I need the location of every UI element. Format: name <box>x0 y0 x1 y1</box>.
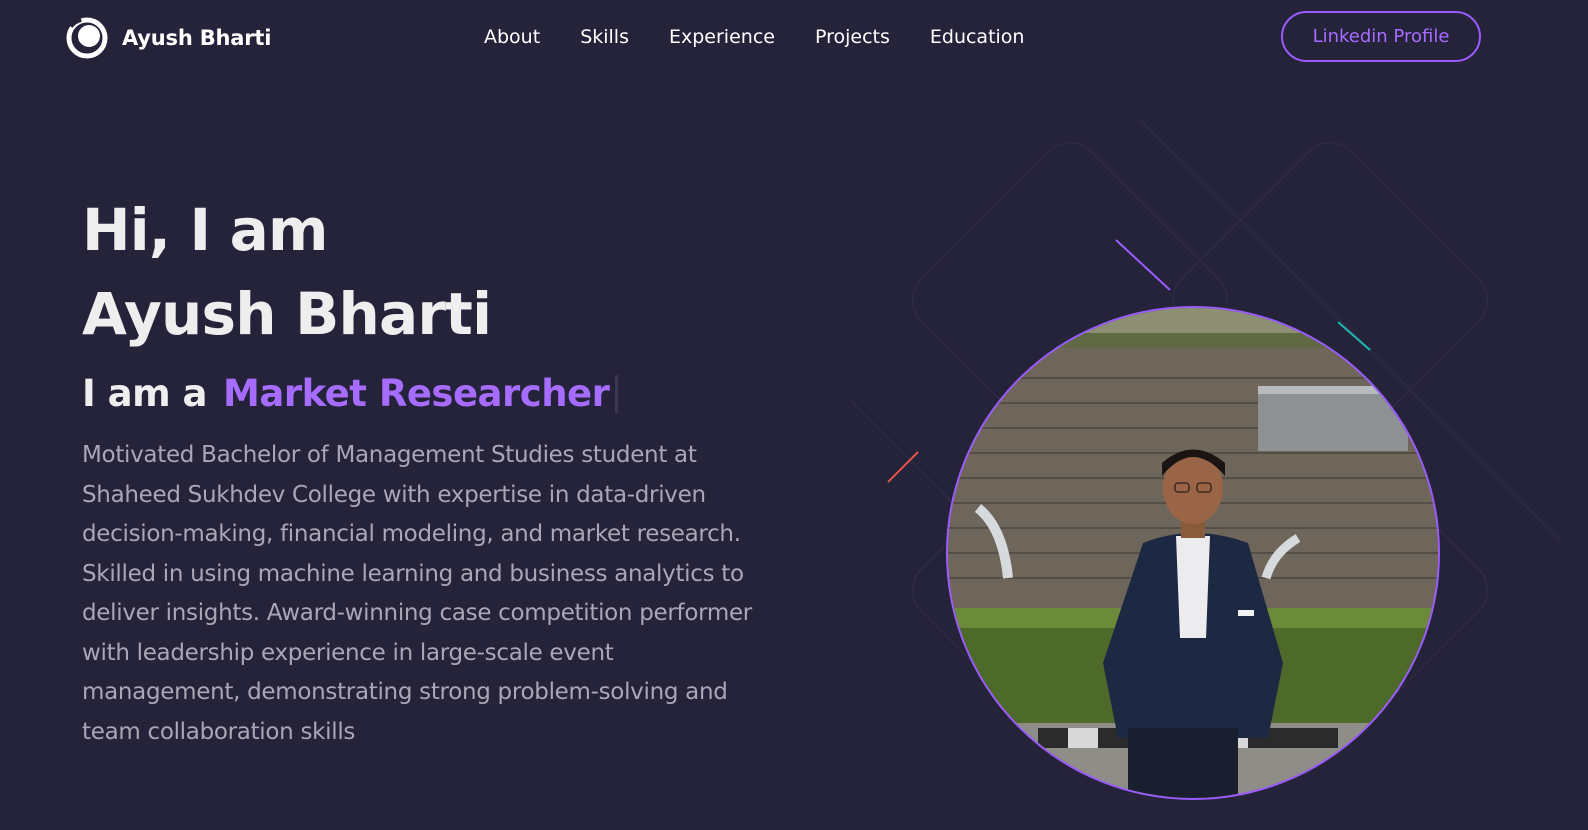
hero-greeting: Hi, I am <box>82 196 328 264</box>
brand-name: Ayush Bharti <box>122 26 272 50</box>
nav-link-education[interactable]: Education <box>930 26 1025 48</box>
navbar: Ayush Bharti About Skills Experience Pro… <box>0 0 1588 74</box>
role-prefix: I am a <box>82 372 208 415</box>
role-line: I am a Market Researcher <box>82 368 619 420</box>
nav-item-projects: Projects <box>815 22 890 52</box>
nav-item-about: About <box>484 22 540 52</box>
role-typewriter-text: Market Researcher <box>223 372 610 415</box>
nav-link-about[interactable]: About <box>484 26 540 48</box>
page: Ayush Bharti About Skills Experience Pro… <box>0 0 1588 830</box>
nav-item-education: Education <box>930 22 1025 52</box>
hero-name: Ayush Bharti <box>82 280 492 348</box>
nav-link-experience[interactable]: Experience <box>669 26 775 48</box>
profile-photo <box>946 306 1440 800</box>
nav-item-skills: Skills <box>580 22 629 52</box>
typing-caret <box>615 375 619 413</box>
linkedin-profile-button[interactable]: Linkedin Profile <box>1281 11 1481 62</box>
nav-link-projects[interactable]: Projects <box>815 26 890 48</box>
nav-link-skills[interactable]: Skills <box>580 26 629 48</box>
nav-item-experience: Experience <box>669 22 775 52</box>
profile-photo-image <box>948 308 1438 798</box>
circle-logo-icon <box>66 17 108 59</box>
brand-link[interactable]: Ayush Bharti <box>66 16 271 60</box>
nav-links: About Skills Experience Projects Educati… <box>464 22 1044 52</box>
hero-title: Hi, I am Ayush Bharti <box>82 188 492 356</box>
hero-description: Motivated Bachelor of Management Studies… <box>82 442 752 745</box>
